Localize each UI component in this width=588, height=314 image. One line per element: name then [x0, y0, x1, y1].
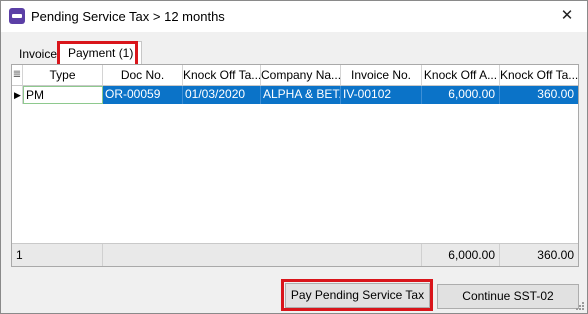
footer-row-count: 1: [12, 244, 103, 266]
column-header-invoice-no[interactable]: Invoice No.: [341, 65, 422, 86]
pending-tax-grid: ≣ Type Doc No. Knock Off Ta... Company N…: [12, 65, 578, 266]
column-header-knock-off-tax[interactable]: Knock Off Ta...: [500, 65, 578, 86]
title-bar: Pending Service Tax > 12 months ✕: [1, 1, 587, 32]
row-indicator-icon: ▶: [12, 86, 23, 104]
cell-knock-off-tax[interactable]: 360.00: [500, 86, 578, 104]
grid-footer: 1 6,000.00 360.00: [12, 243, 578, 266]
column-header-company-name[interactable]: Company Na...: [261, 65, 341, 86]
resize-grip-icon[interactable]: [575, 301, 585, 311]
table-row[interactable]: ▶ PM OR-00059 01/03/2020 ALPHA & BET... …: [12, 86, 578, 105]
column-header-knock-off-amount[interactable]: Knock Off A...: [422, 65, 500, 86]
column-chooser-icon[interactable]: ≣: [12, 65, 23, 86]
cell-doc-no[interactable]: OR-00059: [103, 86, 183, 104]
cell-knock-off-amount[interactable]: 6,000.00: [422, 86, 500, 104]
cell-invoice-no[interactable]: IV-00102: [341, 86, 422, 104]
tab-invoice[interactable]: Invoice: [19, 45, 57, 65]
dialog-window: Pending Service Tax > 12 months ✕ Invoic…: [0, 0, 588, 314]
tab-payment[interactable]: Payment (1): [59, 41, 143, 65]
app-logo-icon: [9, 8, 25, 24]
window-title: Pending Service Tax > 12 months: [31, 9, 225, 24]
cell-company-name[interactable]: ALPHA & BET...: [261, 86, 341, 104]
column-header-knock-off-date[interactable]: Knock Off Ta...: [183, 65, 261, 86]
pay-pending-service-tax-button[interactable]: Pay Pending Service Tax: [285, 283, 430, 308]
footer-total-amount: 6,000.00: [422, 244, 500, 266]
footer-spacer: [103, 244, 422, 266]
column-header-type[interactable]: Type: [23, 65, 103, 86]
cell-knock-off-date[interactable]: 01/03/2020: [183, 86, 261, 104]
close-icon[interactable]: ✕: [557, 6, 577, 26]
payment-panel: ≣ Type Doc No. Knock Off Ta... Company N…: [11, 64, 579, 267]
cell-type[interactable]: PM: [23, 86, 103, 104]
footer-total-tax: 360.00: [537, 248, 574, 262]
column-header-doc-no[interactable]: Doc No.: [103, 65, 183, 86]
continue-sst-02-button[interactable]: Continue SST-02: [437, 284, 579, 309]
